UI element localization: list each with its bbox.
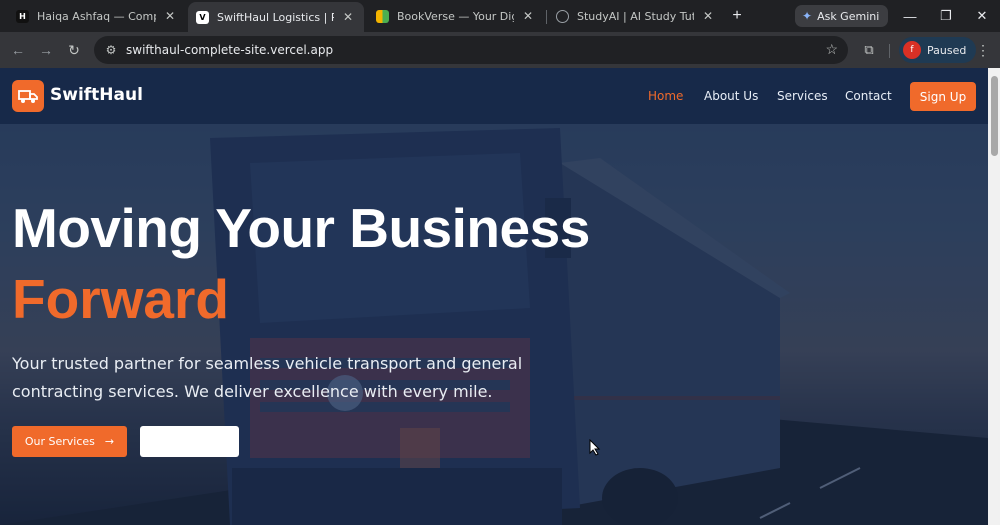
nav-contact[interactable]: Contact	[845, 89, 892, 103]
tab-title: BookVerse — Your Digital Libr	[397, 9, 514, 23]
avatar: f	[903, 41, 921, 59]
close-tab-icon[interactable]: ✕	[700, 8, 716, 24]
globe-icon	[556, 9, 569, 23]
site-settings-icon[interactable]: ⚙	[100, 43, 122, 57]
gemini-sparkle-icon: ✦	[802, 9, 813, 23]
nav-about-us[interactable]: About Us	[704, 89, 758, 103]
brand-name[interactable]: SwiftHaul	[50, 85, 143, 105]
close-tab-icon[interactable]: ✕	[520, 8, 536, 24]
minimize-icon[interactable]: —	[900, 6, 920, 26]
browser-toolbar: ← → ↻ ⚙ swifthaul-complete-site.vercel.a…	[0, 32, 1000, 68]
tab-studyai[interactable]: StudyAI | AI Study Tutor by Ha ✕	[548, 4, 724, 28]
close-tab-icon[interactable]: ✕	[340, 9, 356, 25]
page-scrollbar[interactable]	[988, 68, 1000, 525]
restore-icon[interactable]: ❐	[936, 6, 956, 26]
bookmark-star-icon[interactable]: ☆	[825, 41, 838, 58]
tab-haiqa-portfolio[interactable]: H Haiqa Ashfaq — Computer Sc ✕	[8, 4, 186, 28]
tab-title: SwiftHaul Logistics | Professio	[217, 10, 334, 24]
ask-gemini-button[interactable]: ✦ Ask Gemini	[795, 5, 889, 27]
hero-headline: Moving Your Business	[12, 197, 590, 259]
arrow-right-icon: →	[104, 435, 115, 448]
tab-bookverse[interactable]: BookVerse — Your Digital Libr ✕	[368, 4, 544, 28]
site-navbar: SwiftHaul Home About Us Services Contact…	[0, 68, 988, 124]
tab-divider	[546, 10, 547, 24]
book-favicon-icon	[376, 9, 389, 23]
extensions-puzzle-icon[interactable]: ⧉	[860, 41, 878, 59]
tab-title: StudyAI | AI Study Tutor by Ha	[577, 9, 694, 23]
truck-logo-icon[interactable]	[12, 80, 44, 112]
address-bar[interactable]: ⚙ swifthaul-complete-site.vercel.app ☆	[94, 36, 848, 64]
our-services-label: Our Services	[24, 435, 95, 448]
reload-icon[interactable]: ↻	[64, 40, 84, 60]
profile-status: Paused	[927, 43, 967, 57]
forward-icon[interactable]: →	[36, 40, 56, 60]
our-services-button[interactable]: Our Services →	[12, 426, 127, 457]
hero-headline-accent: Forward	[12, 268, 229, 330]
sign-up-button[interactable]: Sign Up	[910, 82, 976, 111]
tab-title: Haiqa Ashfaq — Computer Sc	[37, 9, 156, 23]
nav-home[interactable]: Home	[648, 89, 683, 103]
ask-gemini-label: Ask Gemini	[817, 9, 880, 23]
page-viewport: SwiftHaul Home About Us Services Contact…	[0, 68, 1000, 525]
nav-services[interactable]: Services	[777, 89, 828, 103]
close-window-icon[interactable]: ✕	[972, 6, 992, 26]
vercel-favicon-icon: V	[196, 10, 209, 24]
toolbar-divider	[889, 44, 890, 58]
scrollbar-thumb[interactable]	[991, 76, 998, 156]
tab-swifthaul[interactable]: V SwiftHaul Logistics | Professio ✕	[188, 2, 364, 32]
secondary-cta-button[interactable]	[140, 426, 239, 457]
portfolio-favicon-icon: H	[16, 9, 29, 23]
mouse-pointer-icon	[589, 439, 601, 456]
browser-menu-icon[interactable]: ⋮	[975, 41, 991, 59]
close-tab-icon[interactable]: ✕	[162, 8, 178, 24]
back-icon[interactable]: ←	[8, 40, 28, 60]
profile-button[interactable]: f Paused	[899, 37, 977, 63]
tab-strip: H Haiqa Ashfaq — Computer Sc ✕ V SwiftHa…	[0, 0, 1000, 32]
hero-subtitle: Your trusted partner for seamless vehicl…	[12, 354, 523, 401]
url-text[interactable]: swifthaul-complete-site.vercel.app	[126, 43, 333, 57]
new-tab-icon[interactable]: +	[728, 7, 746, 25]
